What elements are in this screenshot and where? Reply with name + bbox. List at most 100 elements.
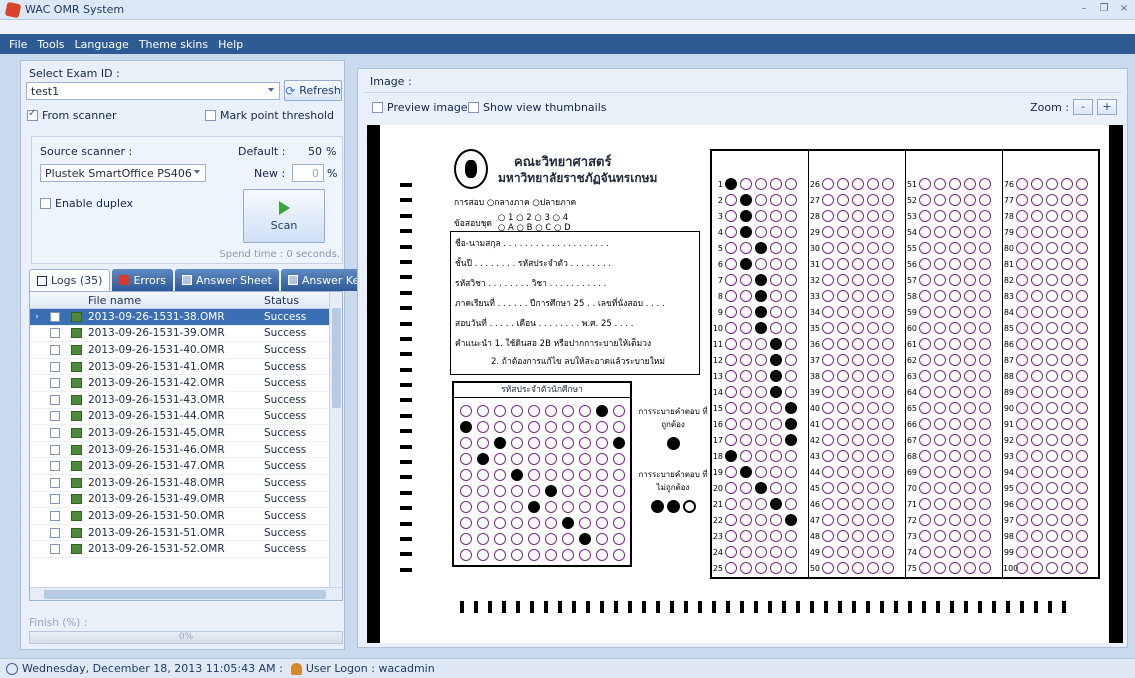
column-file-name[interactable]: File name (86, 292, 262, 308)
preview-image-checkbox[interactable]: Preview image (372, 101, 468, 114)
table-row[interactable]: 2013-09-26-1531-46.OMR Success (30, 442, 342, 459)
chevron-down-icon (194, 170, 200, 174)
id-bubble (596, 501, 608, 513)
id-bubble (596, 453, 608, 465)
row-file-name: 2013-09-26-1531-50.OMR (88, 509, 225, 522)
id-bubble (562, 501, 574, 513)
table-row[interactable]: 2013-09-26-1531-39.OMR Success (30, 326, 342, 343)
answer-bubble (964, 242, 976, 254)
answer-bubble (852, 258, 864, 270)
row-checkbox[interactable] (44, 477, 66, 488)
row-checkbox[interactable] (44, 311, 66, 322)
menu-language[interactable]: Language (70, 38, 134, 51)
answer-bubble (1031, 322, 1043, 334)
vertical-scrollbar[interactable] (329, 292, 342, 588)
tab-errors[interactable]: Errors (112, 269, 174, 291)
table-row[interactable]: › 2013-09-26-1531-38.OMR Success (30, 309, 342, 326)
answer-bubble (740, 402, 752, 414)
zoom-in-button[interactable]: + (1097, 99, 1117, 115)
answer-bubble (934, 322, 946, 334)
row-checkbox[interactable] (44, 461, 66, 472)
row-status: Success (264, 460, 307, 473)
answer-bubble (1076, 194, 1088, 206)
answer-bubble (979, 370, 991, 382)
column-status[interactable]: Status (262, 292, 326, 308)
answer-bubble (1046, 514, 1058, 526)
menu-tools[interactable]: Tools (32, 38, 69, 51)
scroll-thumb[interactable] (332, 308, 341, 408)
row-checkbox[interactable] (44, 427, 66, 438)
row-checkbox[interactable] (44, 328, 66, 339)
table-row[interactable]: 2013-09-26-1531-49.OMR Success (30, 492, 342, 509)
new-value-spinner[interactable]: 0 (292, 164, 324, 182)
table-row[interactable]: 2013-09-26-1531-50.OMR Success (30, 508, 342, 525)
table-row[interactable]: 2013-09-26-1531-47.OMR Success (30, 458, 342, 475)
answer-bubble (867, 402, 879, 414)
row-checkbox[interactable] (44, 411, 66, 422)
show-thumbnails-checkbox[interactable]: Show view thumbnails (468, 101, 607, 114)
tab-answer-sheet[interactable]: Answer Sheet (175, 269, 279, 291)
row-checkbox[interactable] (44, 510, 66, 521)
answer-bubble (1016, 434, 1028, 446)
row-status: Success (264, 543, 307, 556)
row-checkbox[interactable] (44, 494, 66, 505)
zoom-out-button[interactable]: - (1073, 99, 1093, 115)
answer-bubble (822, 514, 834, 526)
scroll-thumb[interactable] (44, 590, 326, 599)
timing-mark (400, 321, 412, 326)
answer-row: 32 (809, 273, 906, 287)
table-row[interactable]: 2013-09-26-1531-40.OMR Success (30, 342, 342, 359)
timing-mark (400, 213, 412, 218)
close-icon[interactable]: × (1117, 2, 1131, 16)
table-row[interactable]: 2013-09-26-1531-43.OMR Success (30, 392, 342, 409)
refresh-button[interactable]: ⟳ Refresh (284, 80, 342, 101)
id-bubble (477, 469, 489, 481)
answer-row: 93 (1003, 449, 1100, 463)
table-row[interactable]: 2013-09-26-1531-45.OMR Success (30, 425, 342, 442)
table-row[interactable]: 2013-09-26-1531-42.OMR Success (30, 375, 342, 392)
menu-help[interactable]: Help (213, 38, 248, 51)
row-checkbox[interactable] (44, 544, 66, 555)
scan-image-viewer[interactable]: คณะวิทยาศาสตร์ มหาวิทยาลัยราชภัฏจันทรเกษ… (367, 125, 1123, 643)
table-row[interactable]: 2013-09-26-1531-44.OMR Success (30, 409, 342, 426)
row-checkbox[interactable] (44, 344, 66, 355)
answer-bubble (1076, 386, 1088, 398)
table-row[interactable]: 2013-09-26-1531-41.OMR Success (30, 359, 342, 376)
table-row[interactable]: 2013-09-26-1531-52.OMR Success (30, 541, 342, 558)
id-bubble (579, 469, 591, 481)
row-checkbox[interactable] (44, 394, 66, 405)
answer-bubble (882, 354, 894, 366)
mark-threshold-checkbox[interactable]: Mark point threshold (205, 109, 334, 122)
scan-button[interactable]: Scan (243, 189, 325, 243)
answer-bubble (934, 338, 946, 350)
answer-bubble (740, 226, 752, 238)
table-row[interactable]: 2013-09-26-1531-51.OMR Success (30, 525, 342, 542)
restore-icon[interactable]: ❐ (1097, 2, 1111, 16)
minimize-icon[interactable]: – (1077, 2, 1091, 16)
answer-bubble (770, 434, 782, 446)
id-bubble (545, 517, 557, 529)
answer-bubble (919, 514, 931, 526)
answer-bubble (1016, 370, 1028, 382)
source-scanner-select[interactable]: Plustek SmartOffice PS406 (40, 164, 206, 182)
enable-duplex-checkbox[interactable]: Enable duplex (40, 197, 133, 210)
horizontal-scrollbar[interactable] (30, 587, 342, 600)
exam-id-select[interactable]: test1 (26, 82, 280, 100)
row-checkbox[interactable] (44, 444, 66, 455)
answer-row: 100 (1003, 561, 1100, 575)
menu-file[interactable]: File (4, 38, 32, 51)
table-row[interactable]: 2013-09-26-1531-48.OMR Success (30, 475, 342, 492)
answer-bubble (740, 546, 752, 558)
answer-bubble (964, 338, 976, 350)
row-status: Success (264, 443, 307, 456)
answer-bubble (979, 274, 991, 286)
answer-bubble (1046, 530, 1058, 542)
exam-options: การสอบ ○กลางภาค ○ปลายภาค ข้อสอบชุด ○ 1 ○… (454, 195, 576, 233)
row-checkbox[interactable] (44, 527, 66, 538)
answer-bubble (934, 546, 946, 558)
menu-theme-skins[interactable]: Theme skins (134, 38, 213, 51)
tab-logs[interactable]: Logs (35) (29, 269, 111, 291)
row-checkbox[interactable] (44, 361, 66, 372)
from-scanner-checkbox[interactable]: From scanner (27, 108, 117, 122)
row-checkbox[interactable] (44, 378, 66, 389)
